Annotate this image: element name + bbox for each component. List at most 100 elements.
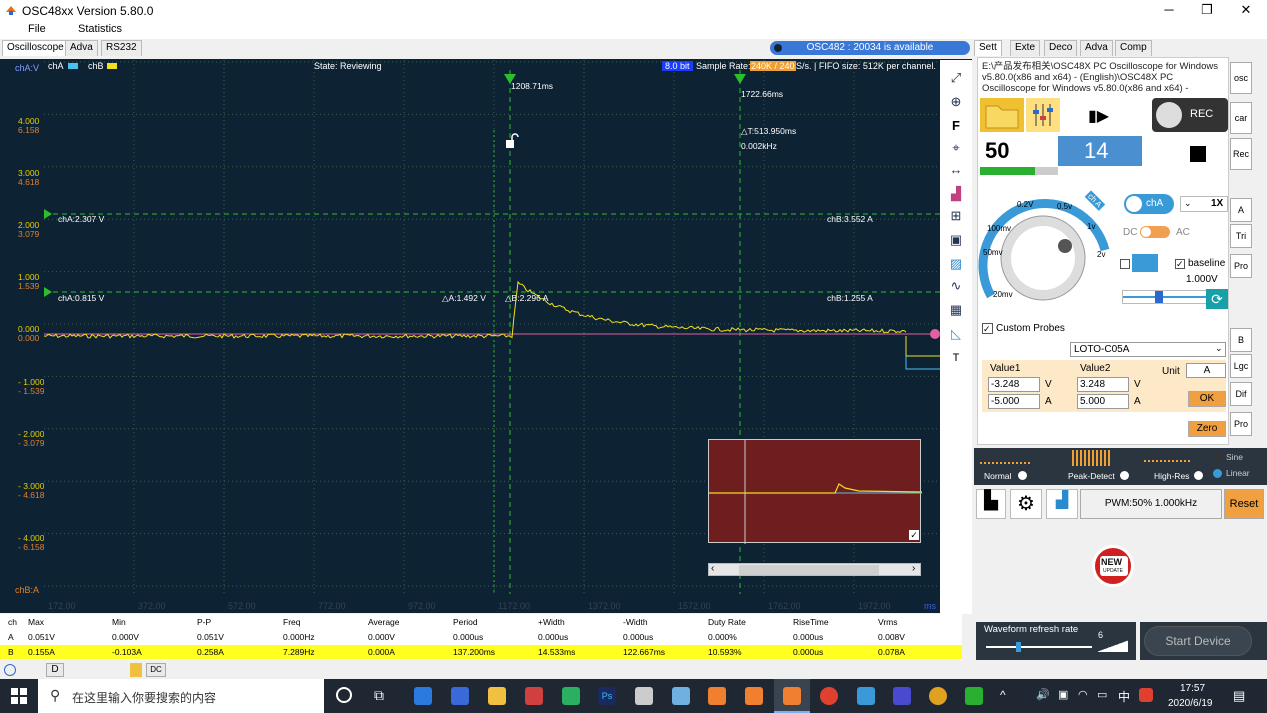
printer-app-icon[interactable] <box>635 687 653 705</box>
ime-app-icon[interactable] <box>1139 688 1153 702</box>
refresh-slider-thumb[interactable] <box>1016 642 1021 652</box>
active-app-highlight[interactable] <box>774 679 810 713</box>
probe-model-select[interactable]: LOTO-C05A ⌄ <box>1070 342 1226 357</box>
maximize-button[interactable]: ❐ <box>1189 1 1225 19</box>
tab-rs232[interactable]: RS232 <box>101 40 142 56</box>
horizontal-scrollbar[interactable]: ‹ › <box>708 563 921 576</box>
windows-start-icon[interactable] <box>11 688 27 704</box>
invert-checkbox[interactable] <box>1120 259 1130 269</box>
mail-app-icon[interactable] <box>414 687 432 705</box>
app-icon-15[interactable] <box>929 687 947 705</box>
waveform-style-icon[interactable] <box>1132 254 1158 272</box>
value2-amp-input[interactable]: 5.000 <box>1077 394 1129 409</box>
image-icon[interactable]: ▨ <box>944 254 968 274</box>
side-tab[interactable]: Pro <box>1230 412 1252 436</box>
task-view-icon[interactable]: ⧉ <box>374 687 384 704</box>
settings-sliders-icon[interactable] <box>1026 98 1060 132</box>
overview-minimap[interactable]: ✓ <box>708 439 923 544</box>
hires-radio[interactable] <box>1194 471 1203 480</box>
photoshop-app-icon[interactable]: Ps <box>598 687 616 705</box>
tray-icon-2[interactable]: ▣ <box>1058 688 1068 701</box>
dc-button[interactable]: DC <box>146 663 166 677</box>
zoom-icon[interactable]: ⊕ <box>944 92 968 112</box>
wave-icon[interactable]: ∿ <box>944 276 968 296</box>
scroll-thumb[interactable] <box>739 565 879 575</box>
value1-amp-input[interactable]: -5.000 <box>988 394 1040 409</box>
t-tool[interactable]: T <box>944 348 968 368</box>
new-update-badge[interactable]: NEW UPDATE <box>1092 545 1134 587</box>
menu-file[interactable]: File <box>28 23 46 35</box>
clock-time[interactable]: 17:57 <box>1180 683 1205 694</box>
wechat-app-icon[interactable] <box>965 687 983 705</box>
rec-button[interactable]: REC <box>1152 98 1228 132</box>
histogram-icon[interactable]: ▙ <box>976 489 1006 519</box>
refresh-slider-track[interactable] <box>986 646 1092 648</box>
feishu-app-icon[interactable] <box>451 687 469 705</box>
wifi-icon[interactable]: ◠ <box>1078 688 1088 701</box>
osc-app-icon-1[interactable] <box>708 687 726 705</box>
channel-toggle[interactable]: chA <box>1124 194 1174 214</box>
minimize-button[interactable]: ─ <box>1151 1 1187 19</box>
ok-button[interactable]: OK <box>1188 391 1226 407</box>
value2-volt-input[interactable]: 3.248 <box>1077 377 1129 392</box>
app-icon-8[interactable] <box>672 687 690 705</box>
tab-deco[interactable]: Deco <box>1044 40 1078 56</box>
side-tab[interactable]: osc <box>1230 62 1252 94</box>
spectrum-icon[interactable]: ▟ <box>944 184 968 204</box>
num-left[interactable]: 50 <box>985 138 1009 164</box>
table-icon[interactable]: ▦ <box>944 300 968 320</box>
taskbar-search[interactable]: ⚲ 在这里输入你要搜索的内容 <box>38 679 324 713</box>
scroll-left-icon[interactable]: ‹ <box>711 563 714 574</box>
unit-input[interactable]: A <box>1186 363 1226 378</box>
side-tab[interactable]: Tri <box>1230 224 1252 248</box>
pwm-button[interactable]: PWM:50% 1.000kHz <box>1080 489 1222 519</box>
stop-icon[interactable] <box>1190 146 1206 162</box>
folder-icon[interactable] <box>980 98 1024 132</box>
spectrum-view-icon[interactable]: ▟ <box>1046 489 1078 519</box>
d-button[interactable]: D <box>46 663 64 677</box>
chrome-app-icon[interactable] <box>820 687 838 705</box>
sine-radio[interactable] <box>1213 453 1222 462</box>
tray-chevron-icon[interactable]: ^ <box>1000 688 1006 702</box>
grid-app-icon[interactable] <box>525 687 543 705</box>
coupling-toggle[interactable] <box>1140 226 1170 238</box>
probe-select[interactable]: ⌄ 1X <box>1180 196 1228 212</box>
slider-thumb[interactable] <box>1155 291 1163 303</box>
refresh-icon[interactable]: ⟳ <box>1206 289 1228 309</box>
grid-icon[interactable]: ⊞ <box>944 206 968 226</box>
baseline-checkbox[interactable]: ✓ <box>1175 259 1185 269</box>
baseline-slider[interactable] <box>1122 290 1208 304</box>
side-tab[interactable]: Rec <box>1230 138 1252 170</box>
menu-statistics[interactable]: Statistics <box>78 23 122 35</box>
hspan-icon[interactable]: ↔ <box>944 160 968 180</box>
osc-app-icon-2[interactable] <box>745 687 763 705</box>
volts-dial[interactable]: ch A 50mv 100mv 0.2V 0.5v 1v 2v 20mv <box>977 186 1117 314</box>
tab-exte[interactable]: Exte <box>1010 40 1041 56</box>
player-app-icon[interactable] <box>562 687 580 705</box>
tab-comp[interactable]: Comp <box>1115 40 1152 56</box>
normal-radio[interactable] <box>1018 471 1027 480</box>
value1-volt-input[interactable]: -3.248 <box>988 377 1040 392</box>
custom-probes-checkbox[interactable]: ✓ <box>982 323 993 334</box>
play-step-icon[interactable]: ▮▶ <box>1088 106 1109 126</box>
side-tab[interactable]: car <box>1230 102 1252 134</box>
crosshair-icon[interactable]: ⌖ <box>944 138 968 158</box>
side-tab[interactable]: Lgc <box>1230 354 1252 378</box>
clock-date[interactable]: 2020/6/19 <box>1168 698 1213 709</box>
tab-adva[interactable]: Adva <box>65 40 98 56</box>
linear-radio[interactable] <box>1213 469 1222 478</box>
explorer-app-icon[interactable] <box>488 687 506 705</box>
ruler-icon[interactable]: ◺ <box>944 324 968 344</box>
start-device-button[interactable]: Start Device <box>1144 626 1252 656</box>
scroll-right-icon[interactable]: › <box>912 563 915 574</box>
gear-icon[interactable]: ⚙ <box>1010 489 1042 519</box>
tab-sett[interactable]: Sett <box>974 40 1002 56</box>
fullscreen-icon[interactable]: ⤢ <box>944 68 968 88</box>
close-button[interactable]: ✕ <box>1228 1 1264 19</box>
device-availability[interactable]: OSC482 : 20034 is available <box>770 41 970 55</box>
minimap-checkbox[interactable]: ✓ <box>909 530 919 540</box>
notifications-icon[interactable]: ▤ <box>1233 688 1245 704</box>
side-tab[interactable]: Pro <box>1230 254 1252 278</box>
f-tool[interactable]: F <box>944 116 968 136</box>
app-icon-13[interactable] <box>857 687 875 705</box>
